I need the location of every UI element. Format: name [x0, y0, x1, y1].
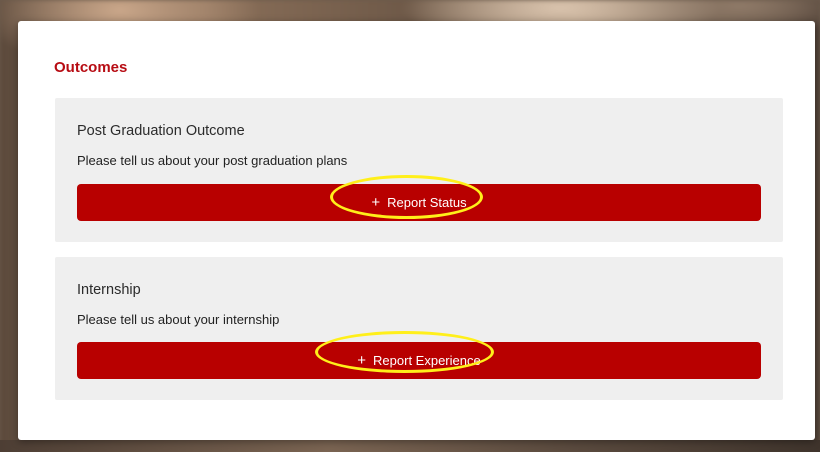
plus-icon: + [371, 194, 381, 211]
outcomes-modal: Outcomes Post Graduation Outcome Please … [18, 21, 815, 440]
card-title: Post Graduation Outcome [77, 123, 245, 139]
modal-title: Outcomes [54, 59, 128, 76]
background-photo-bottom [0, 440, 820, 452]
post-graduation-outcome-card: Post Graduation Outcome Please tell us a… [55, 98, 783, 242]
report-status-button[interactable]: + Report Status [77, 184, 761, 221]
report-experience-button[interactable]: + Report Experience [77, 342, 761, 379]
button-label: Report Experience [373, 353, 481, 368]
card-description: Please tell us about your internship [77, 312, 280, 327]
plus-icon: + [357, 352, 367, 369]
card-description: Please tell us about your post graduatio… [77, 153, 348, 168]
button-label: Report Status [387, 195, 467, 210]
button-content: + Report Status [371, 195, 466, 210]
internship-card: Internship Please tell us about your int… [55, 257, 783, 400]
button-content: + Report Experience [357, 353, 480, 368]
card-title: Internship [77, 282, 141, 298]
